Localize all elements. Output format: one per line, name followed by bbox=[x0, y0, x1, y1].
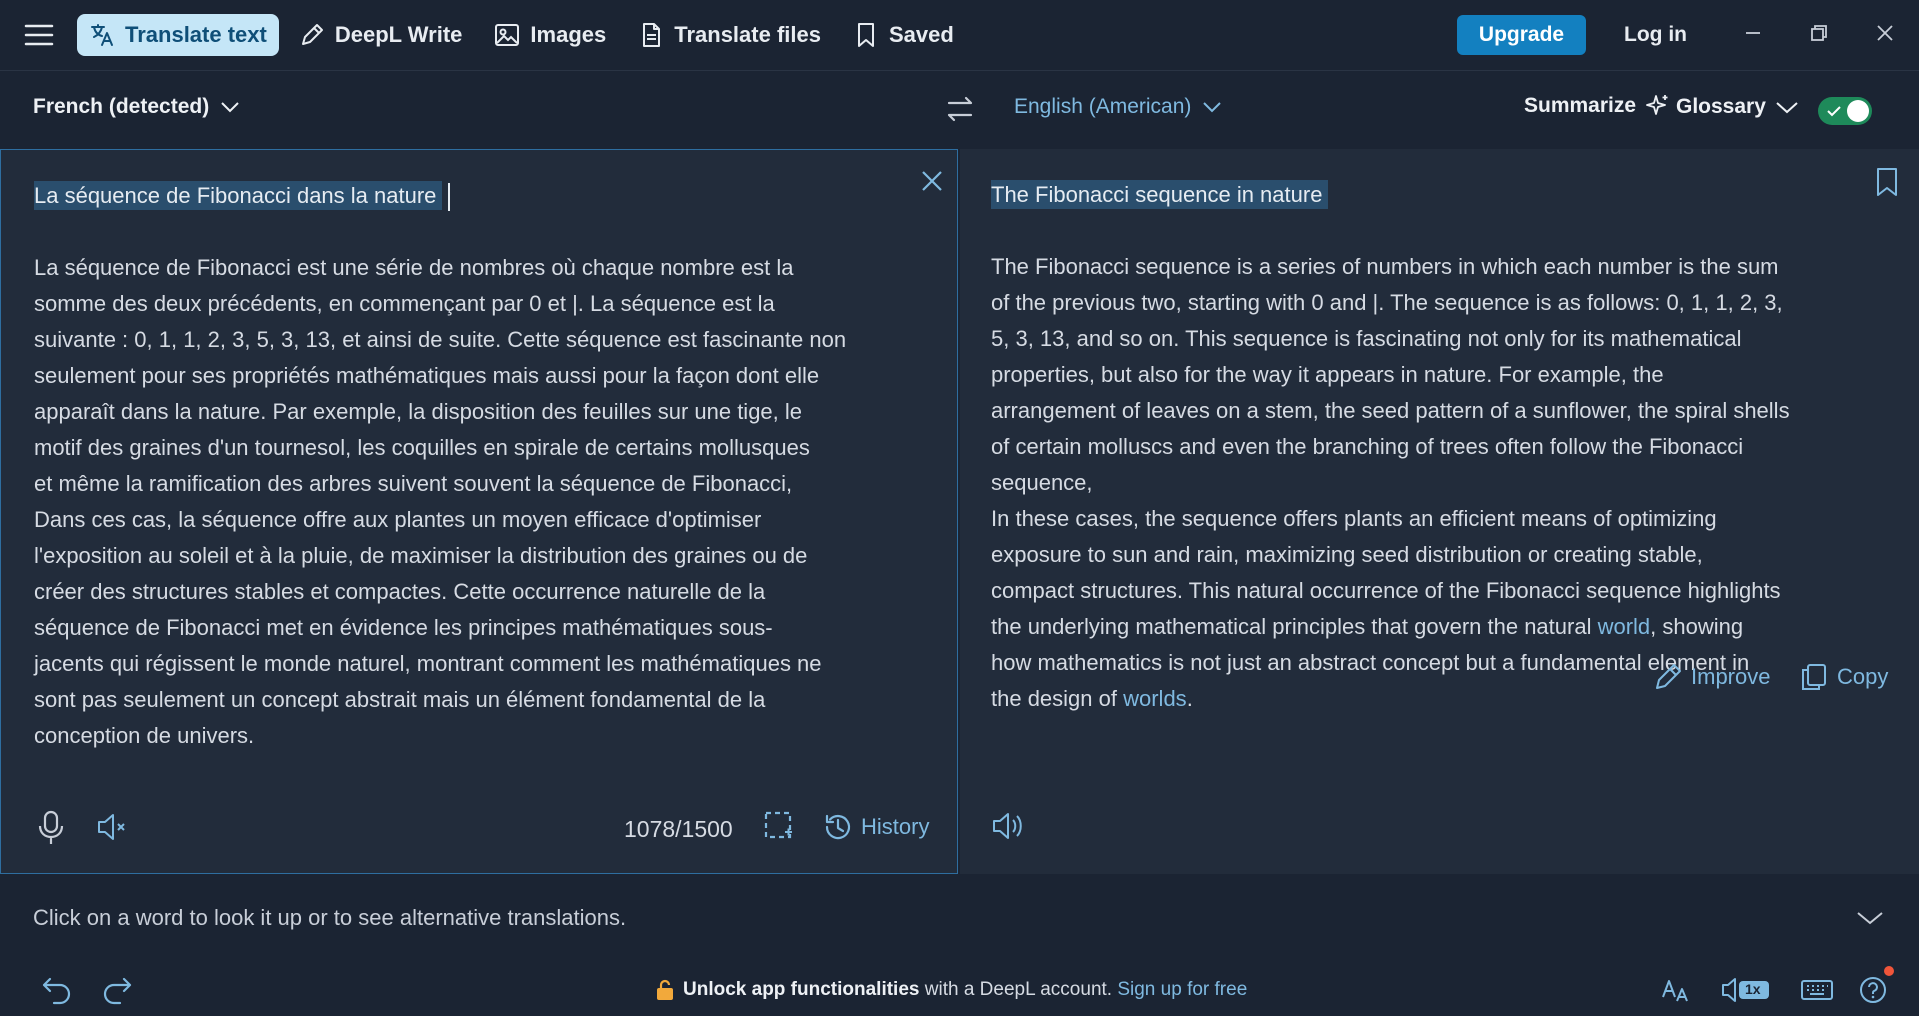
signup-banner: Unlock app functionalities with a DeepL … bbox=[655, 979, 1247, 1001]
bookmark-icon[interactable] bbox=[1874, 167, 1900, 197]
menu-icon[interactable] bbox=[24, 20, 54, 50]
footer-bar: Unlock app functionalities with a DeepL … bbox=[0, 965, 1919, 1016]
speaker-icon[interactable] bbox=[990, 809, 1028, 843]
target-body-part1: The Fibonacci sequence is a series of nu… bbox=[991, 254, 1790, 639]
toggle-knob bbox=[1847, 100, 1869, 122]
bookmark-icon bbox=[857, 23, 874, 47]
speaker-muted-icon[interactable] bbox=[95, 810, 129, 844]
nav-label: Images bbox=[530, 22, 607, 47]
nav-images[interactable]: Images bbox=[482, 14, 618, 56]
top-bar: Translate text DeepL Write Images Transl… bbox=[0, 0, 1919, 70]
glossary-button[interactable]: Glossary bbox=[1676, 95, 1800, 119]
copy-button[interactable]: Copy bbox=[1799, 662, 1888, 692]
target-text-output[interactable]: The Fibonacci sequence in nature The Fib… bbox=[991, 177, 1871, 717]
speed-label: 1x bbox=[1745, 981, 1761, 997]
signup-link[interactable]: Sign up for free bbox=[1117, 979, 1247, 1000]
history-label: History bbox=[861, 814, 930, 839]
summarize-label: Summarize bbox=[1524, 94, 1637, 117]
minimize-icon[interactable] bbox=[1740, 20, 1766, 46]
file-icon bbox=[643, 23, 661, 47]
target-language-select[interactable]: English (American) bbox=[1014, 95, 1223, 119]
source-title: La séquence de Fibonacci dans la nature bbox=[34, 181, 443, 210]
source-body: La séquence de Fibonacci est une série d… bbox=[34, 255, 847, 748]
nav-translate-text[interactable]: Translate text bbox=[77, 14, 279, 56]
keyboard-icon[interactable] bbox=[1800, 975, 1834, 1005]
undo-icon[interactable] bbox=[40, 975, 74, 1005]
character-count: 1078/1500 bbox=[624, 816, 733, 842]
text-cursor bbox=[448, 183, 451, 212]
source-panel: La séquence de Fibonacci dans la nature … bbox=[0, 149, 958, 874]
copy-icon bbox=[1802, 664, 1826, 690]
check-icon bbox=[1827, 106, 1841, 117]
target-panel: The Fibonacci sequence in nature The Fib… bbox=[960, 149, 1919, 874]
pencil-icon bbox=[1656, 664, 1681, 689]
target-body-part3: . bbox=[1186, 686, 1193, 711]
alt-word-world[interactable]: world bbox=[1598, 614, 1651, 639]
copy-label: Copy bbox=[1837, 664, 1889, 689]
glossary-label: Glossary bbox=[1676, 95, 1766, 118]
chevron-down-icon bbox=[1203, 102, 1222, 113]
chevron-down-icon bbox=[221, 102, 239, 113]
clear-text-icon[interactable] bbox=[919, 168, 945, 194]
nav-saved[interactable]: Saved bbox=[841, 14, 966, 56]
improve-label: Improve bbox=[1691, 664, 1771, 689]
notification-dot bbox=[1884, 966, 1894, 976]
auto-translate-toggle[interactable] bbox=[1818, 97, 1872, 125]
chevron-down-icon[interactable] bbox=[1855, 907, 1885, 929]
source-language-label: French (detected) bbox=[33, 95, 210, 118]
login-button[interactable]: Log in bbox=[1612, 15, 1699, 55]
restore-icon[interactable] bbox=[1806, 20, 1832, 46]
language-bar: French (detected) English (American) Sum… bbox=[0, 70, 1919, 149]
image-icon bbox=[495, 24, 520, 46]
translate-icon bbox=[91, 24, 113, 46]
lookup-hint: Click on a word to look it up or to see … bbox=[33, 905, 627, 930]
nav-label: Translate files bbox=[674, 22, 821, 47]
close-window-icon[interactable] bbox=[1872, 20, 1898, 46]
microphone-icon[interactable] bbox=[37, 810, 65, 846]
lock-icon bbox=[657, 979, 673, 1000]
help-icon[interactable] bbox=[1858, 975, 1888, 1005]
summarize-button[interactable]: Summarize bbox=[1524, 93, 1670, 119]
alt-word-worlds[interactable]: worlds bbox=[1123, 686, 1187, 711]
target-title: The Fibonacci sequence in nature bbox=[991, 180, 1329, 209]
source-language-select[interactable]: French (detected) bbox=[33, 95, 241, 119]
source-text-input[interactable]: La séquence de Fibonacci dans la nature … bbox=[34, 178, 914, 754]
sparkle-icon bbox=[1646, 95, 1668, 115]
unlock-text-rest: with a DeepL account. bbox=[919, 979, 1118, 1000]
dictionary-lookup-bar: Click on a word to look it up or to see … bbox=[0, 875, 1919, 965]
nav-label: Translate text bbox=[125, 22, 267, 47]
history-icon bbox=[825, 814, 851, 840]
redo-icon[interactable] bbox=[100, 975, 134, 1005]
nav-label: DeepL Write bbox=[334, 22, 463, 47]
pencil-icon bbox=[301, 24, 323, 45]
swap-languages-icon[interactable] bbox=[944, 93, 976, 125]
main-nav: Translate text DeepL Write Images Transl… bbox=[77, 14, 966, 56]
nav-label: Saved bbox=[888, 22, 954, 47]
upgrade-button[interactable]: Upgrade bbox=[1457, 15, 1586, 55]
nav-translate-files[interactable]: Translate files bbox=[626, 14, 833, 56]
nav-deepl-write[interactable]: DeepL Write bbox=[287, 14, 475, 56]
unlock-text-bold: Unlock app functionalities bbox=[683, 979, 920, 1000]
speech-speed-control[interactable]: 1x bbox=[1720, 975, 1772, 1005]
history-button[interactable]: History bbox=[823, 812, 929, 842]
improve-button[interactable]: Improve bbox=[1653, 662, 1770, 692]
target-language-label: English (American) bbox=[1014, 95, 1192, 118]
select-area-icon[interactable] bbox=[763, 810, 793, 840]
text-format-icon[interactable] bbox=[1660, 975, 1692, 1005]
chevron-down-icon bbox=[1776, 102, 1798, 114]
